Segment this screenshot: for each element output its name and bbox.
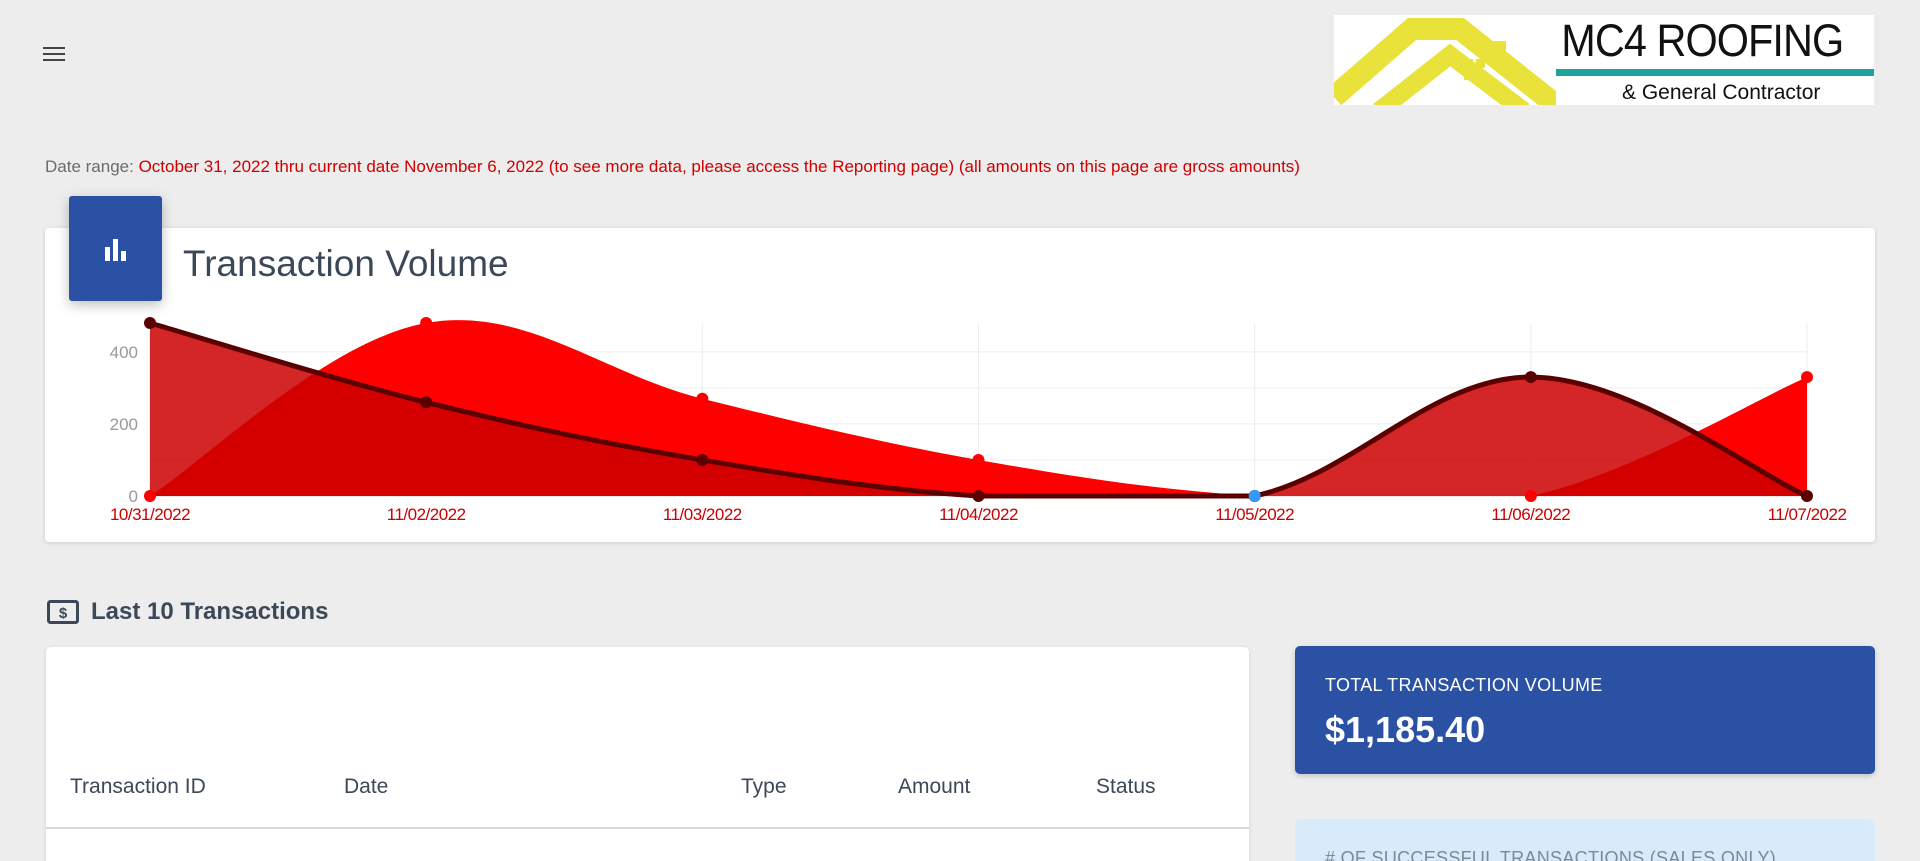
series-0-point bbox=[696, 392, 709, 405]
series-1-point bbox=[144, 317, 156, 329]
series-1-point bbox=[1801, 490, 1813, 502]
y-tick-label: 200 bbox=[110, 415, 138, 434]
series-1-point bbox=[696, 453, 709, 466]
chart-card-icon-box bbox=[69, 196, 162, 301]
transactions-title: Last 10 Transactions bbox=[91, 598, 329, 625]
y-tick-label: 400 bbox=[110, 343, 138, 362]
bar-chart-icon bbox=[104, 238, 126, 261]
x-tick-label: 10/31/2022 bbox=[110, 505, 190, 524]
successful-transactions-card: # OF SUCCESSFUL TRANSACTIONS (SALES ONLY… bbox=[1295, 819, 1875, 861]
col-header-type[interactable]: Type bbox=[741, 775, 787, 799]
col-header-amount[interactable]: Amount bbox=[898, 775, 970, 799]
transactions-section-title: $ Last 10 Transactions bbox=[47, 598, 328, 626]
col-header-date[interactable]: Date bbox=[344, 775, 388, 799]
x-tick-label: 11/03/2022 bbox=[663, 505, 742, 524]
series-1-point bbox=[972, 490, 985, 502]
x-tick-label: 11/02/2022 bbox=[387, 505, 466, 524]
chart-title: Transaction Volume bbox=[183, 243, 509, 284]
total-volume-label: TOTAL TRANSACTION VOLUME bbox=[1325, 675, 1603, 695]
col-header-transaction-id[interactable]: Transaction ID bbox=[70, 775, 206, 799]
series-1-point bbox=[1524, 371, 1537, 384]
series-0-point bbox=[1524, 490, 1537, 502]
successful-transactions-label: # OF SUCCESSFUL TRANSACTIONS (SALES ONLY… bbox=[1325, 848, 1777, 861]
x-tick-label: 11/06/2022 bbox=[1491, 505, 1570, 524]
svg-text:$: $ bbox=[59, 605, 68, 622]
x-tick-label: 11/05/2022 bbox=[1215, 505, 1294, 524]
series-0-point bbox=[420, 317, 433, 329]
total-volume-card: TOTAL TRANSACTION VOLUME $1,185.40 bbox=[1295, 646, 1875, 774]
series-1-point bbox=[420, 396, 433, 409]
total-volume-value: $1,185.40 bbox=[1325, 709, 1486, 750]
table-header: Transaction ID Date Type Amount Status bbox=[46, 775, 1249, 829]
series-0-point bbox=[972, 453, 985, 466]
series-0-point bbox=[1801, 371, 1813, 384]
x-tick-label: 11/04/2022 bbox=[939, 505, 1018, 524]
col-header-status[interactable]: Status bbox=[1096, 775, 1156, 799]
series-0-point bbox=[144, 490, 156, 502]
dollar-bill-icon: $ bbox=[47, 600, 79, 624]
y-tick-label: 0 bbox=[129, 487, 138, 506]
transactions-table: Transaction ID Date Type Amount Status bbox=[46, 647, 1249, 861]
highlight-point bbox=[1248, 490, 1261, 502]
x-tick-label: 11/07/2022 bbox=[1768, 505, 1847, 524]
